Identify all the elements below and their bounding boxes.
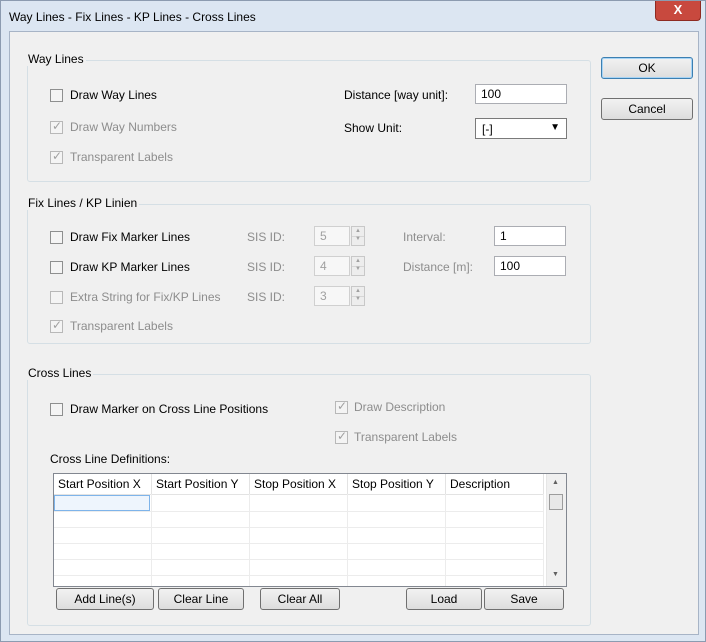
column-start-position-y[interactable]: Start Position Y [152, 474, 250, 494]
fix-transparent-labels-label: Transparent Labels [70, 319, 173, 333]
save-button[interactable]: Save [484, 588, 564, 610]
distance-m-input[interactable]: 100 [494, 256, 566, 276]
draw-kp-marker-lines-label: Draw KP Marker Lines [70, 260, 190, 274]
grid-header: Start Position X Start Position Y Stop P… [54, 474, 544, 495]
interval-label: Interval: [403, 230, 446, 244]
scroll-down-icon[interactable]: ▼ [552, 571, 559, 578]
show-unit-dropdown[interactable]: [-] ▼ [475, 118, 567, 139]
spin-down-icon: ▼ [355, 266, 361, 272]
draw-fix-marker-lines-checkbox[interactable] [50, 231, 63, 244]
close-button[interactable]: X [655, 1, 701, 21]
column-description[interactable]: Description [446, 474, 544, 494]
clear-all-button[interactable]: Clear All [260, 588, 340, 610]
spin-down-icon: ▼ [355, 236, 361, 242]
ok-button[interactable]: OK [601, 57, 693, 79]
way-transparent-labels-label: Transparent Labels [70, 150, 173, 164]
sis-id-kp-spinner[interactable]: ▲ ▼ [351, 256, 365, 276]
checkmark-icon: ✓ [337, 429, 348, 443]
close-icon: X [673, 2, 683, 17]
spin-up-icon: ▲ [355, 288, 361, 294]
scrollbar-thumb[interactable] [549, 494, 563, 510]
checkmark-icon: ✓ [52, 119, 63, 133]
draw-fix-marker-lines-label: Draw Fix Marker Lines [70, 230, 191, 244]
sis-id-extra-spinner[interactable]: ▲ ▼ [351, 286, 365, 306]
sis-id-extra-input[interactable]: 3 [314, 286, 350, 306]
dialog-window: Way Lines - Fix Lines - KP Lines - Cross… [0, 0, 706, 642]
cross-line-definitions-grid[interactable]: Start Position X Start Position Y Stop P… [53, 473, 567, 587]
draw-description-checkbox[interactable]: ✓ [335, 399, 348, 414]
cross-line-definitions-label: Cross Line Definitions: [50, 452, 171, 466]
spin-down-icon: ▼ [355, 296, 361, 302]
fix-transparent-labels-checkbox[interactable]: ✓ [50, 318, 63, 333]
checkmark-icon: ✓ [52, 149, 63, 163]
extra-string-label: Extra String for Fix/KP Lines [70, 290, 221, 304]
show-unit-label: Show Unit: [344, 121, 403, 135]
interval-input[interactable]: 1 [494, 226, 566, 246]
draw-way-lines-checkbox[interactable] [50, 89, 63, 102]
draw-way-numbers-checkbox[interactable]: ✓ [50, 119, 63, 134]
draw-marker-checkbox[interactable] [50, 403, 63, 416]
title-bar: Way Lines - Fix Lines - KP Lines - Cross… [1, 1, 705, 31]
scroll-up-icon[interactable]: ▲ [552, 479, 559, 486]
sis-id-fix-label: SIS ID: [247, 230, 286, 244]
cross-transparent-labels-label: Transparent Labels [354, 430, 457, 444]
sis-id-kp-input[interactable]: 4 [314, 256, 350, 276]
distance-way-unit-input[interactable]: 100 [475, 84, 567, 104]
cross-lines-group-title: Cross Lines [26, 366, 94, 380]
cross-transparent-labels-checkbox[interactable]: ✓ [335, 429, 348, 444]
show-unit-value: [-] [482, 122, 493, 136]
draw-kp-marker-lines-checkbox[interactable] [50, 261, 63, 274]
sis-id-kp-label: SIS ID: [247, 260, 286, 274]
sis-id-extra-label: SIS ID: [247, 290, 286, 304]
load-button[interactable]: Load [406, 588, 482, 610]
spin-up-icon: ▲ [355, 228, 361, 234]
selected-cell[interactable] [54, 495, 150, 511]
way-transparent-labels-checkbox[interactable]: ✓ [50, 149, 63, 164]
draw-way-lines-label: Draw Way Lines [70, 88, 157, 102]
chevron-down-icon: ▼ [550, 122, 560, 133]
cancel-button[interactable]: Cancel [601, 98, 693, 120]
distance-m-label: Distance [m]: [403, 260, 474, 274]
add-lines-button[interactable]: Add Line(s) [56, 588, 154, 610]
draw-way-numbers-label: Draw Way Numbers [70, 120, 177, 134]
sis-id-fix-input[interactable]: 5 [314, 226, 350, 246]
sis-id-fix-spinner[interactable]: ▲ ▼ [351, 226, 365, 246]
grid-vertical-scrollbar[interactable]: ▲ ▼ [546, 474, 566, 586]
spin-up-icon: ▲ [355, 258, 361, 264]
fix-lines-group-title: Fix Lines / KP Linien [26, 196, 140, 210]
column-start-position-x[interactable]: Start Position X [54, 474, 152, 494]
distance-way-unit-label: Distance [way unit]: [344, 88, 449, 102]
draw-description-label: Draw Description [354, 400, 446, 414]
column-stop-position-x[interactable]: Stop Position X [250, 474, 348, 494]
draw-marker-label: Draw Marker on Cross Line Positions [70, 402, 269, 416]
checkmark-icon: ✓ [337, 399, 348, 413]
window-title: Way Lines - Fix Lines - KP Lines - Cross… [9, 10, 256, 24]
column-stop-position-y[interactable]: Stop Position Y [348, 474, 446, 494]
clear-line-button[interactable]: Clear Line [158, 588, 244, 610]
extra-string-checkbox[interactable] [50, 291, 63, 304]
way-lines-group-title: Way Lines [26, 52, 86, 66]
checkmark-icon: ✓ [52, 318, 63, 332]
